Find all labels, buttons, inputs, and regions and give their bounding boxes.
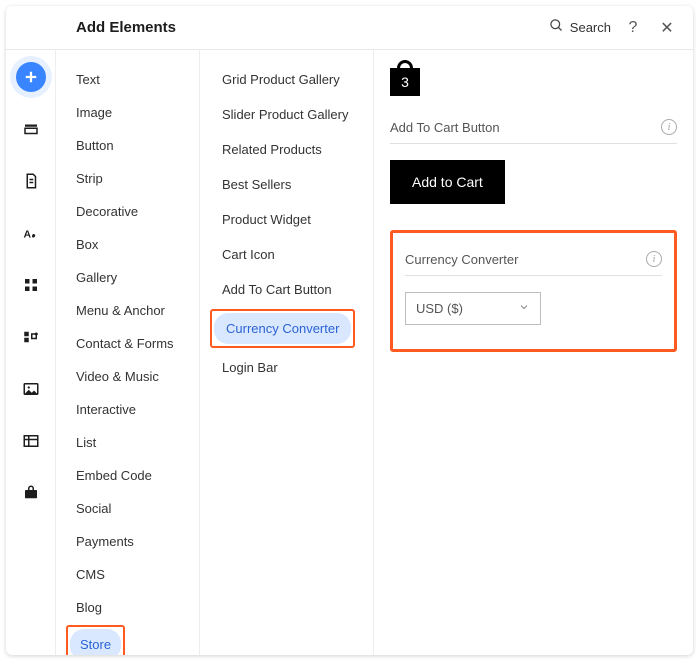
sub-related-products[interactable]: Related Products — [210, 134, 334, 165]
sub-slider-product-gallery[interactable]: Slider Product Gallery — [210, 99, 360, 130]
rail-apps-icon[interactable] — [16, 270, 46, 300]
panel-header: Add Elements Search ? ✕ — [6, 6, 693, 50]
help-button[interactable]: ? — [621, 16, 645, 40]
category-list: Text Image Button Strip Decorative Box G… — [56, 50, 200, 655]
category-contact-forms[interactable]: Contact & Forms — [66, 328, 184, 359]
section-header-addcart: Add To Cart Button i — [390, 111, 677, 144]
rail-add-button[interactable] — [16, 62, 46, 92]
currency-value: USD ($) — [416, 301, 463, 316]
info-icon[interactable]: i — [646, 251, 662, 267]
close-button[interactable]: ✕ — [655, 16, 679, 40]
rail-business-icon[interactable] — [16, 478, 46, 508]
category-cms[interactable]: CMS — [66, 559, 115, 590]
category-decorative[interactable]: Decorative — [66, 196, 148, 227]
category-social[interactable]: Social — [66, 493, 121, 524]
highlight-box: Store — [66, 625, 125, 655]
category-list[interactable]: List — [66, 427, 106, 458]
rail-addons-icon[interactable] — [16, 322, 46, 352]
cart-count: 3 — [390, 68, 420, 96]
category-store[interactable]: Store — [70, 629, 121, 655]
category-payments[interactable]: Payments — [66, 526, 144, 557]
cart-bag-icon[interactable]: 3 — [390, 60, 420, 96]
search-label: Search — [570, 20, 611, 35]
sub-currency-converter[interactable]: Currency Converter — [214, 313, 351, 344]
section-label: Currency Converter — [405, 252, 518, 267]
add-to-cart-button[interactable]: Add to Cart — [390, 160, 505, 204]
sub-login-bar[interactable]: Login Bar — [210, 352, 290, 383]
left-rail: A — [6, 50, 56, 655]
category-video-music[interactable]: Video & Music — [66, 361, 169, 392]
chevron-down-icon — [518, 301, 530, 316]
currency-select[interactable]: USD ($) — [405, 292, 541, 325]
highlight-box: Currency Converter i USD ($) — [390, 230, 677, 352]
rail-pages-icon[interactable] — [16, 166, 46, 196]
svg-text:A: A — [23, 229, 31, 241]
panel-title: Add Elements — [76, 19, 539, 36]
rail-sections-icon[interactable] — [16, 114, 46, 144]
search-icon — [549, 18, 564, 38]
preview-pane: 3 Add To Cart Button i Add to Cart Curre… — [374, 50, 693, 655]
sub-element-list: Grid Product Gallery Slider Product Gall… — [200, 50, 374, 655]
category-interactive[interactable]: Interactive — [66, 394, 146, 425]
sub-best-sellers[interactable]: Best Sellers — [210, 169, 303, 200]
section-label: Add To Cart Button — [390, 120, 500, 135]
rail-design-icon[interactable]: A — [16, 218, 46, 248]
sub-product-widget[interactable]: Product Widget — [210, 204, 323, 235]
section-header-currency: Currency Converter i — [405, 243, 662, 276]
category-button[interactable]: Button — [66, 130, 124, 161]
category-text[interactable]: Text — [66, 64, 110, 95]
category-box[interactable]: Box — [66, 229, 108, 260]
search-button[interactable]: Search — [549, 18, 611, 38]
category-embed-code[interactable]: Embed Code — [66, 460, 162, 491]
category-menu-anchor[interactable]: Menu & Anchor — [66, 295, 175, 326]
category-strip[interactable]: Strip — [66, 163, 113, 194]
sub-cart-icon[interactable]: Cart Icon — [210, 239, 287, 270]
rail-media-icon[interactable] — [16, 374, 46, 404]
category-image[interactable]: Image — [66, 97, 122, 128]
info-icon[interactable]: i — [661, 119, 677, 135]
category-blog[interactable]: Blog — [66, 592, 112, 623]
sub-add-to-cart-button[interactable]: Add To Cart Button — [210, 274, 344, 305]
highlight-box: Currency Converter — [210, 309, 355, 348]
sub-grid-product-gallery[interactable]: Grid Product Gallery — [210, 64, 352, 95]
category-gallery[interactable]: Gallery — [66, 262, 127, 293]
rail-data-icon[interactable] — [16, 426, 46, 456]
